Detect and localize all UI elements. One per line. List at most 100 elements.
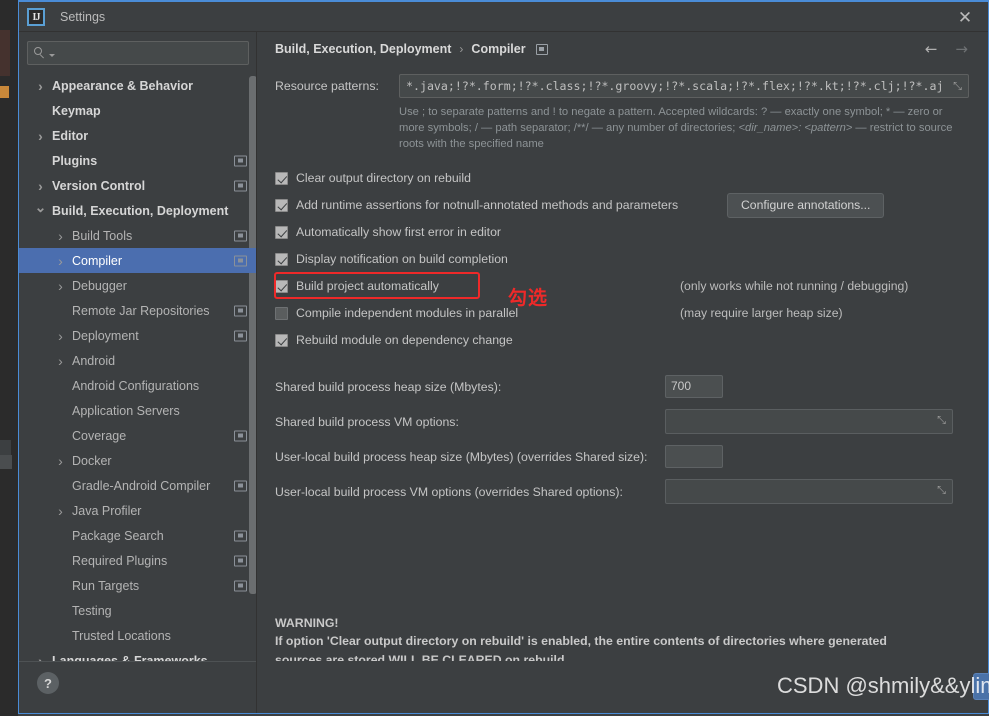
sidebar-item-label: Languages & Frameworks bbox=[52, 653, 208, 662]
chevron-right-icon[interactable] bbox=[55, 503, 66, 519]
close-icon[interactable]: ✕ bbox=[942, 2, 988, 34]
vm-options-input[interactable]: ⤡ bbox=[665, 408, 953, 434]
vm-options-input[interactable]: ⤡ bbox=[665, 478, 953, 504]
checkbox-row[interactable]: Automatically show first error in editor bbox=[275, 219, 970, 246]
checkbox-row[interactable]: Build project automatically (only works w… bbox=[275, 273, 970, 300]
field-row: User-local build process heap size (Mbyt… bbox=[275, 440, 970, 475]
forward-arrow-icon[interactable]: → bbox=[955, 40, 968, 58]
checkbox-automatically-show-first-error-in-editor[interactable] bbox=[275, 225, 288, 239]
sidebar-item-android-configurations[interactable]: Android Configurations bbox=[19, 373, 257, 398]
checkbox-label: Display notification on build completion bbox=[296, 252, 508, 267]
project-scope-icon bbox=[535, 43, 548, 55]
resource-patterns-help: Use ; to separate patterns and ! to nega… bbox=[399, 104, 970, 153]
sidebar-item-run-targets[interactable]: Run Targets bbox=[19, 573, 257, 598]
chevron-right-icon[interactable] bbox=[35, 78, 46, 94]
breadcrumb-separator: › bbox=[459, 42, 464, 56]
sidebar-item-label: Android bbox=[72, 353, 116, 368]
chevron-right-icon[interactable] bbox=[35, 178, 46, 194]
chevron-down-icon[interactable] bbox=[49, 53, 55, 57]
checkbox-row[interactable]: Compile independent modules in parallel (… bbox=[275, 300, 970, 327]
help-line-2b: — restrict to bbox=[852, 122, 916, 135]
checkbox-label: Compile independent modules in parallel bbox=[296, 306, 519, 321]
sidebar-item-appearance-behavior[interactable]: Appearance & Behavior bbox=[19, 73, 257, 98]
project-scope-icon bbox=[234, 480, 247, 491]
chevron-right-icon[interactable] bbox=[35, 128, 46, 144]
checkbox-row[interactable]: Rebuild module on dependency change bbox=[275, 327, 970, 354]
sidebar-item-label: Required Plugins bbox=[72, 553, 168, 568]
help-line-1: Use ; to separate patterns and ! to nega… bbox=[399, 106, 930, 118]
checkbox-add-runtime-assertions-for-notnull-annotated-methods-and-parameters[interactable] bbox=[275, 198, 288, 212]
resource-patterns-input[interactable]: *.java;!?*.form;!?*.class;!?*.groovy;!?*… bbox=[399, 74, 969, 98]
settings-main-panel: Build, Execution, Deployment › Compiler … bbox=[257, 32, 989, 713]
sidebar-item-java-profiler[interactable]: Java Profiler bbox=[19, 498, 257, 523]
help-icon[interactable]: ? bbox=[37, 672, 59, 694]
sidebar-item-compiler[interactable]: Compiler bbox=[19, 248, 257, 273]
note-parallel-compile: (may require larger heap size) bbox=[680, 306, 843, 321]
chevron-right-icon[interactable] bbox=[55, 278, 66, 294]
checkbox-row[interactable]: Clear output directory on rebuild bbox=[275, 165, 970, 192]
sidebar-item-gradle-android-compiler[interactable]: Gradle-Android Compiler bbox=[19, 473, 257, 498]
project-scope-icon bbox=[234, 530, 247, 541]
sidebar-item-editor[interactable]: Editor bbox=[19, 123, 257, 148]
sidebar-item-docker[interactable]: Docker bbox=[19, 448, 257, 473]
checkbox-label: Automatically show first error in editor bbox=[296, 225, 502, 240]
sidebar-item-deployment[interactable]: Deployment bbox=[19, 323, 257, 348]
chevron-down-icon[interactable] bbox=[35, 202, 46, 219]
sidebar-item-testing[interactable]: Testing bbox=[19, 598, 257, 623]
search-box[interactable] bbox=[27, 41, 249, 65]
checkbox-row[interactable]: Display notification on build completion bbox=[275, 246, 970, 273]
sidebar-item-application-servers[interactable]: Application Servers bbox=[19, 398, 257, 423]
numeric-input[interactable]: 700 bbox=[665, 374, 723, 398]
sidebar-item-version-control[interactable]: Version Control bbox=[19, 173, 257, 198]
navigation-arrows: ← → bbox=[925, 40, 976, 58]
chevron-right-icon[interactable] bbox=[55, 253, 66, 269]
sidebar-item-trusted-locations[interactable]: Trusted Locations bbox=[19, 623, 257, 648]
ok-button[interactable]: OK bbox=[973, 673, 989, 700]
sidebar-item-package-search[interactable]: Package Search bbox=[19, 523, 257, 548]
sidebar-item-label: Version Control bbox=[52, 178, 146, 193]
checkbox-rebuild-module-on-dependency-change[interactable] bbox=[275, 333, 288, 347]
sidebar-item-remote-jar-repositories[interactable]: Remote Jar Repositories bbox=[19, 298, 257, 323]
project-scope-icon bbox=[234, 580, 247, 591]
configure-annotations-button[interactable]: Configure annotations... bbox=[727, 192, 885, 218]
checkbox-build-project-automatically[interactable] bbox=[275, 279, 288, 293]
search-input[interactable] bbox=[59, 46, 242, 60]
sidebar-item-languages-frameworks[interactable]: Languages & Frameworks bbox=[19, 648, 257, 662]
intellij-logo-icon: IJ bbox=[27, 8, 45, 26]
background-editor-strip bbox=[0, 0, 18, 716]
project-scope-icon bbox=[234, 555, 247, 566]
sidebar-item-debugger[interactable]: Debugger bbox=[19, 273, 257, 298]
breadcrumb-root[interactable]: Build, Execution, Deployment bbox=[275, 42, 451, 56]
back-arrow-icon[interactable]: ← bbox=[925, 40, 938, 58]
field-label: User-local build process VM options (ove… bbox=[275, 485, 623, 500]
checkbox-row[interactable]: Add runtime assertions for notnull-annot… bbox=[275, 192, 970, 219]
chevron-right-icon[interactable] bbox=[55, 353, 66, 369]
sidebar-item-coverage[interactable]: Coverage bbox=[19, 423, 257, 448]
warning-title: WARNING! bbox=[275, 616, 339, 630]
sidebar-item-build-execution-deployment[interactable]: Build, Execution, Deployment bbox=[19, 198, 257, 223]
sidebar-item-label: Deployment bbox=[72, 328, 139, 343]
build-process-fields: Shared build process heap size (Mbytes):… bbox=[275, 370, 970, 510]
sidebar-item-label: Application Servers bbox=[72, 403, 180, 418]
chevron-right-icon[interactable] bbox=[55, 228, 66, 244]
sidebar-item-label: Coverage bbox=[72, 428, 127, 443]
sidebar-item-keymap[interactable]: Keymap bbox=[19, 98, 257, 123]
compiler-options-checkboxes: Clear output directory on rebuild Add run… bbox=[275, 165, 970, 354]
checkbox-clear-output-directory-on-rebuild[interactable] bbox=[275, 171, 288, 185]
sidebar-item-required-plugins[interactable]: Required Plugins bbox=[19, 548, 257, 573]
dialog-footer: OK Cancel Apply bbox=[257, 661, 989, 713]
numeric-input[interactable] bbox=[665, 444, 723, 468]
chevron-right-icon[interactable] bbox=[55, 453, 66, 469]
checkbox-display-notification-on-build-completion[interactable] bbox=[275, 252, 288, 266]
sidebar-item-android[interactable]: Android bbox=[19, 348, 257, 373]
resource-patterns-label: Resource patterns: bbox=[275, 79, 379, 93]
expand-icon[interactable]: ⤡ bbox=[936, 485, 947, 497]
expand-icon[interactable]: ⤡ bbox=[952, 79, 963, 92]
expand-icon[interactable]: ⤡ bbox=[936, 415, 947, 427]
chevron-right-icon[interactable] bbox=[35, 653, 46, 662]
sidebar-item-build-tools[interactable]: Build Tools bbox=[19, 223, 257, 248]
annotation-label: 勾选 bbox=[508, 287, 549, 309]
chevron-right-icon[interactable] bbox=[55, 328, 66, 344]
checkbox-compile-independent-modules-in-parallel[interactable] bbox=[275, 306, 288, 320]
sidebar-item-plugins[interactable]: Plugins bbox=[19, 148, 257, 173]
